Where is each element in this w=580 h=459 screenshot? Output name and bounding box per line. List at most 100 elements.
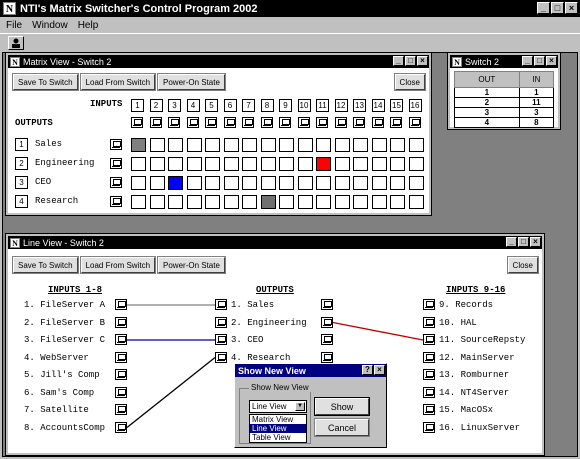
input-computer-icon[interactable]	[423, 316, 435, 328]
matrix-cell[interactable]	[260, 176, 276, 190]
input-computer-icon[interactable]	[115, 334, 127, 345]
close-icon[interactable]: ×	[417, 56, 428, 66]
matrix-cell[interactable]	[371, 195, 387, 209]
input-computer-icon[interactable]	[423, 386, 435, 398]
matrix-cell[interactable]	[334, 157, 350, 171]
input-computer-icon[interactable]	[115, 386, 127, 398]
matrix-cell[interactable]	[168, 195, 183, 209]
input-computer-icon[interactable]	[115, 404, 127, 415]
output-computer-icon[interactable]	[321, 351, 333, 363]
matrix-cell[interactable]	[297, 176, 313, 190]
output-computer-icon[interactable]	[215, 299, 227, 310]
input-computer-icon[interactable]	[223, 117, 236, 128]
input-computer-icon[interactable]	[242, 117, 254, 128]
matrix-cell[interactable]	[186, 138, 202, 152]
matrix-cell[interactable]	[408, 176, 424, 190]
output-computer-icon[interactable]	[215, 334, 227, 345]
matrix-cell[interactable]	[149, 195, 165, 209]
output-computer-icon[interactable]	[215, 351, 227, 363]
matrix-cell[interactable]	[316, 195, 331, 209]
matrix-cell[interactable]	[131, 195, 146, 209]
matrix-cell[interactable]	[131, 138, 146, 152]
minimize-icon[interactable]: _	[393, 56, 404, 66]
input-computer-icon[interactable]	[168, 117, 180, 128]
input-computer-icon[interactable]	[115, 351, 127, 363]
maximize-icon[interactable]: □	[534, 56, 545, 66]
matrix-cell[interactable]	[390, 157, 405, 171]
view-type-option[interactable]: Line View	[250, 424, 306, 433]
close-button[interactable]: Close	[393, 73, 427, 91]
view-type-select[interactable]: Line View ▼	[249, 400, 307, 413]
power-on-state-button[interactable]: Power-On State	[157, 73, 226, 91]
input-computer-icon[interactable]	[423, 299, 435, 310]
input-computer-icon[interactable]	[186, 117, 199, 128]
input-computer-icon[interactable]	[149, 117, 162, 128]
menu-help[interactable]: Help	[78, 20, 99, 31]
input-computer-icon[interactable]	[279, 117, 291, 128]
matrix-cell[interactable]	[353, 138, 368, 152]
matrix-cell[interactable]	[186, 157, 202, 171]
matrix-cell[interactable]	[205, 157, 220, 171]
user-icon[interactable]	[8, 36, 24, 50]
cancel-button[interactable]: Cancel	[314, 418, 370, 437]
output-computer-icon[interactable]	[110, 177, 122, 188]
output-computer-icon[interactable]	[321, 316, 333, 328]
matrix-cell[interactable]	[279, 176, 294, 190]
matrix-cell[interactable]	[353, 195, 368, 209]
matrix-cell[interactable]	[131, 157, 146, 171]
matrix-cell[interactable]	[334, 176, 350, 190]
output-computer-icon[interactable]	[321, 334, 333, 345]
save-to-switch-button[interactable]: Save To Switch	[12, 73, 79, 91]
show-button[interactable]: Show	[314, 397, 370, 416]
matrix-cell[interactable]	[353, 157, 368, 171]
matrix-cell[interactable]	[408, 195, 424, 209]
help-icon[interactable]: ?	[362, 365, 373, 375]
close-icon[interactable]: ×	[374, 365, 385, 375]
matrix-cell[interactable]	[334, 195, 350, 209]
minimize-icon[interactable]: _	[522, 56, 533, 66]
matrix-cell[interactable]	[186, 176, 202, 190]
view-type-option[interactable]: Table View	[250, 433, 306, 442]
matrix-cell[interactable]	[242, 157, 257, 171]
chevron-down-icon[interactable]: ▼	[295, 402, 305, 411]
matrix-cell[interactable]	[223, 195, 239, 209]
matrix-cell[interactable]	[205, 176, 220, 190]
input-computer-icon[interactable]	[131, 117, 143, 128]
matrix-cell[interactable]	[260, 195, 276, 209]
matrix-cell[interactable]	[334, 138, 350, 152]
matrix-cell[interactable]	[279, 195, 294, 209]
input-computer-icon[interactable]	[423, 369, 435, 380]
out-column-header[interactable]: OUT	[454, 71, 520, 88]
matrix-cell[interactable]	[297, 138, 313, 152]
minimize-icon[interactable]: _	[537, 2, 550, 14]
matrix-cell[interactable]	[390, 195, 405, 209]
matrix-cell[interactable]	[353, 176, 368, 190]
output-computer-icon[interactable]	[110, 139, 122, 150]
matrix-cell[interactable]	[371, 176, 387, 190]
input-computer-icon[interactable]	[390, 117, 402, 128]
matrix-cell[interactable]	[223, 138, 239, 152]
output-computer-icon[interactable]	[215, 316, 227, 328]
output-computer-icon[interactable]	[110, 196, 122, 207]
matrix-cell[interactable]	[168, 157, 183, 171]
input-computer-icon[interactable]	[353, 117, 365, 128]
input-computer-icon[interactable]	[297, 117, 310, 128]
input-computer-icon[interactable]	[334, 117, 347, 128]
matrix-cell[interactable]	[149, 176, 165, 190]
matrix-cell[interactable]	[408, 157, 424, 171]
in-column-header[interactable]: IN	[518, 71, 555, 88]
input-computer-icon[interactable]	[423, 334, 435, 345]
close-icon[interactable]: ×	[565, 2, 578, 14]
input-computer-icon[interactable]	[423, 351, 435, 363]
maximize-icon[interactable]: □	[551, 2, 564, 14]
matrix-cell[interactable]	[260, 157, 276, 171]
matrix-cell[interactable]	[279, 138, 294, 152]
menu-window[interactable]: Window	[32, 20, 68, 31]
close-icon[interactable]: ×	[546, 56, 557, 66]
maximize-icon[interactable]: □	[405, 56, 416, 66]
matrix-cell[interactable]	[149, 138, 165, 152]
matrix-cell[interactable]	[260, 138, 276, 152]
matrix-cell[interactable]	[205, 138, 220, 152]
input-computer-icon[interactable]	[423, 404, 435, 415]
input-computer-icon[interactable]	[423, 421, 435, 433]
